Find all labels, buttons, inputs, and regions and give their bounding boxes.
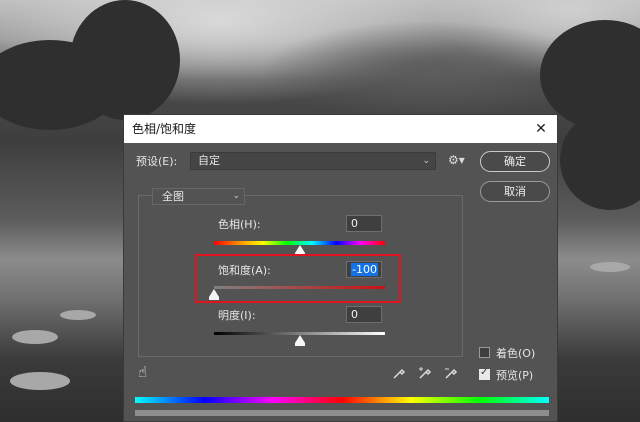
eyedropper-plus-icon[interactable] <box>418 365 432 379</box>
preset-dropdown[interactable]: 自定 ⌄ <box>190 152 436 170</box>
colorize-label: 着色(O) <box>496 347 536 360</box>
hue-slider-thumb[interactable] <box>294 245 305 256</box>
lily-pad <box>12 330 58 344</box>
ok-button[interactable]: 确定 <box>480 151 550 172</box>
highlight-box <box>195 254 401 303</box>
dialog-title: 色相/饱和度 <box>132 122 197 136</box>
preset-label: 预设(E): <box>136 155 178 168</box>
cancel-button[interactable]: 取消 <box>480 181 550 202</box>
lily-pad <box>60 310 96 320</box>
eyedropper-minus-icon[interactable] <box>444 365 458 379</box>
colorize-checkbox[interactable] <box>479 347 490 358</box>
hand-adjust-icon[interactable]: ☝ <box>138 363 147 381</box>
chevron-down-icon: ⌄ <box>232 191 240 201</box>
channel-dropdown[interactable]: 全图 ⌄ <box>152 188 245 205</box>
channel-value: 全图 <box>162 190 184 203</box>
lightness-slider-thumb[interactable] <box>294 335 305 346</box>
lightness-value: 0 <box>351 308 358 321</box>
hue-value: 0 <box>351 217 358 230</box>
adjusted-spectrum-bar <box>135 410 549 416</box>
close-icon[interactable]: ✕ <box>533 121 549 137</box>
lightness-label: 明度(I): <box>218 309 256 322</box>
hue-value-field[interactable]: 0 <box>346 215 382 232</box>
lightness-value-field[interactable]: 0 <box>346 306 382 323</box>
preview-label: 预览(P) <box>496 369 534 382</box>
chevron-down-icon: ⌄ <box>422 156 430 166</box>
preset-value: 自定 <box>198 154 220 167</box>
hue-spectrum-bar <box>135 397 549 403</box>
eyedropper-icon[interactable] <box>392 365 406 379</box>
hue-label: 色相(H): <box>218 218 261 231</box>
dialog-titlebar: 色相/饱和度 ✕ <box>124 115 557 143</box>
tree-silhouette <box>560 110 640 210</box>
lily-pad <box>590 262 630 272</box>
gear-icon[interactable]: ⚙▾ <box>448 152 465 168</box>
tree-silhouette <box>70 0 180 120</box>
lily-pad <box>10 372 70 390</box>
preview-checkbox[interactable] <box>479 367 490 380</box>
hue-saturation-dialog: 色相/饱和度 ✕ 预设(E): 自定 ⌄ ⚙▾ 确定 取消 全图 ⌄ 色相(H)… <box>123 114 558 422</box>
